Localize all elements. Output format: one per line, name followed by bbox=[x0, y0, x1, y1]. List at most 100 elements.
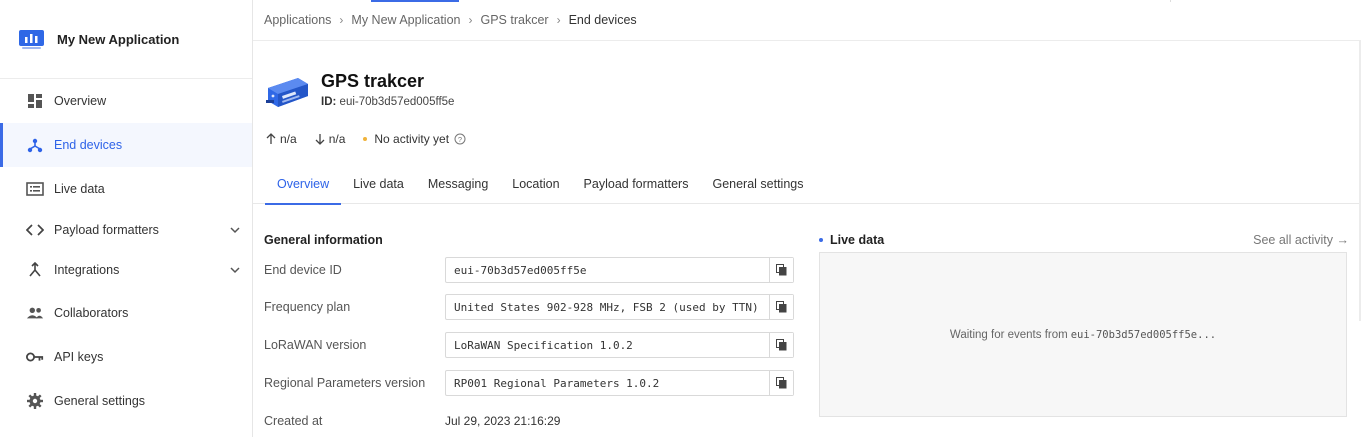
sidebar-item-live-data[interactable]: Live data bbox=[0, 167, 252, 211]
sidebar-item-label: End devices bbox=[54, 138, 123, 152]
field-value: LoRaWAN Specification 1.0.2 bbox=[454, 338, 633, 352]
sidebar-item-integrations[interactable]: Integrations bbox=[0, 249, 252, 291]
chevron-right-icon: › bbox=[468, 13, 473, 27]
integrations-icon bbox=[26, 261, 44, 279]
top-accent-bar bbox=[371, 0, 459, 2]
see-all-activity-link[interactable]: See all activity → bbox=[1253, 233, 1349, 247]
sidebar: My New Application Overview End devices … bbox=[0, 0, 253, 437]
device-icon bbox=[266, 78, 308, 107]
end-devices-icon bbox=[26, 136, 44, 154]
device-tabs: Overview Live data Messaging Location Pa… bbox=[253, 163, 1361, 205]
info-label: Regional Parameters version bbox=[264, 376, 426, 390]
uplink-stat: n/a bbox=[266, 132, 297, 146]
breadcrumb-current: End devices bbox=[568, 13, 637, 27]
created-at-value: Jul 29, 2023 21:16:29 bbox=[445, 414, 561, 428]
end-device-id-field[interactable]: eui-70b3d57ed005ff5e bbox=[445, 257, 794, 283]
status-dot bbox=[363, 137, 368, 141]
info-label: End device ID bbox=[264, 263, 342, 277]
app-title: My New Application bbox=[57, 31, 180, 47]
tab-overview[interactable]: Overview bbox=[265, 163, 342, 205]
device-stats: n/a n/a No activity yet ? bbox=[266, 132, 488, 146]
copy-icon bbox=[776, 301, 787, 313]
sidebar-item-label: Live data bbox=[54, 182, 105, 196]
activity-status: No activity yet ? bbox=[363, 132, 470, 146]
general-info-title: General information bbox=[264, 233, 383, 247]
downlink-stat: n/a bbox=[315, 132, 346, 146]
field-value: eui-70b3d57ed005ff5e bbox=[454, 263, 587, 277]
sidebar-item-label: API keys bbox=[54, 350, 104, 364]
sidebar-item-general-settings[interactable]: General settings bbox=[0, 379, 252, 423]
sidebar-item-label: Payload formatters bbox=[54, 223, 159, 237]
tab-messaging[interactable]: Messaging bbox=[416, 163, 500, 204]
device-title: GPS trakcer bbox=[321, 71, 425, 91]
sidebar-item-overview[interactable]: Overview bbox=[0, 79, 252, 123]
sidebar-item-label: Integrations bbox=[54, 263, 120, 277]
frequency-plan-field[interactable]: United States 902-928 MHz, FSB 2 (used b… bbox=[445, 294, 794, 320]
regional-parameters-field[interactable]: RP001 Regional Parameters 1.0.2 bbox=[445, 370, 794, 396]
copy-button[interactable] bbox=[769, 258, 793, 282]
info-row-created-at: Created at Jul 29, 2023 21:16:29 bbox=[264, 408, 794, 434]
arrow-up-icon bbox=[266, 133, 276, 144]
people-icon bbox=[26, 304, 44, 322]
info-label: Created at bbox=[264, 414, 323, 428]
uplink-value: n/a bbox=[280, 132, 297, 146]
gear-icon bbox=[26, 392, 44, 410]
help-icon[interactable]: ? bbox=[454, 133, 466, 145]
info-row-lorawan-version: LoRaWAN version LoRaWAN Specification 1.… bbox=[264, 332, 794, 358]
sidebar-item-api-keys[interactable]: API keys bbox=[0, 335, 252, 379]
copy-button[interactable] bbox=[769, 295, 793, 319]
live-indicator-dot bbox=[819, 238, 823, 242]
copy-button[interactable] bbox=[769, 333, 793, 357]
device-id-value: eui-70b3d57ed005ff5e bbox=[339, 96, 455, 108]
tab-payload-formatters[interactable]: Payload formatters bbox=[572, 163, 701, 204]
info-row-frequency-plan: Frequency plan United States 902-928 MHz… bbox=[264, 294, 794, 320]
code-icon bbox=[26, 221, 44, 239]
sidebar-item-collaborators[interactable]: Collaborators bbox=[0, 291, 252, 335]
sidebar-item-label: General settings bbox=[54, 394, 146, 408]
tab-live-data[interactable]: Live data bbox=[341, 163, 416, 204]
chevron-down-icon[interactable] bbox=[230, 225, 240, 235]
downlink-value: n/a bbox=[328, 132, 346, 146]
chevron-down-icon[interactable] bbox=[230, 265, 240, 275]
live-data-title: Live data bbox=[819, 233, 884, 247]
device-id: ID: eui-70b3d57ed005ff5e bbox=[321, 96, 454, 108]
copy-icon bbox=[776, 264, 787, 276]
info-row-regional-parameters: Regional Parameters version RP001 Region… bbox=[264, 370, 794, 396]
sidebar-item-label: Collaborators bbox=[54, 306, 129, 320]
copy-icon bbox=[776, 339, 787, 351]
chevron-right-icon: › bbox=[339, 13, 344, 27]
breadcrumb-applications[interactable]: Applications bbox=[264, 13, 331, 27]
sidebar-item-payload-formatters[interactable]: Payload formatters bbox=[0, 211, 252, 249]
grid-icon bbox=[26, 92, 44, 110]
lorawan-version-field[interactable]: LoRaWAN Specification 1.0.2 bbox=[445, 332, 794, 358]
main-content: Applications › My New Application › GPS … bbox=[253, 0, 1361, 437]
copy-icon bbox=[776, 377, 787, 389]
waiting-device-id: eui-70b3d57ed005ff5e... bbox=[1070, 328, 1217, 341]
chevron-right-icon: › bbox=[556, 13, 561, 27]
app-header[interactable]: My New Application bbox=[0, 0, 252, 79]
key-icon bbox=[26, 348, 44, 366]
live-data-panel: Waiting for events from eui-70b3d57ed005… bbox=[819, 252, 1347, 417]
sidebar-item-end-devices[interactable]: End devices bbox=[0, 123, 252, 167]
info-row-end-device-id: End device ID eui-70b3d57ed005ff5e bbox=[264, 257, 794, 283]
device-header: GPS trakcer ID: eui-70b3d57ed005ff5e bbox=[266, 70, 454, 112]
info-label: Frequency plan bbox=[264, 300, 351, 314]
tab-general-settings[interactable]: General settings bbox=[700, 163, 815, 204]
top-divider bbox=[1170, 0, 1171, 2]
app-logo-icon bbox=[19, 30, 44, 49]
arrow-down-icon bbox=[315, 134, 325, 145]
breadcrumb: Applications › My New Application › GPS … bbox=[253, 0, 1361, 41]
field-value: RP001 Regional Parameters 1.0.2 bbox=[454, 376, 660, 390]
field-value: United States 902-928 MHz, FSB 2 (used b… bbox=[454, 300, 759, 314]
breadcrumb-application[interactable]: My New Application bbox=[351, 13, 460, 27]
sidebar-item-label: Overview bbox=[54, 94, 107, 108]
list-icon bbox=[26, 180, 44, 198]
device-id-label: ID: bbox=[321, 96, 337, 108]
tab-location[interactable]: Location bbox=[500, 163, 571, 204]
svg-text:?: ? bbox=[458, 135, 462, 144]
copy-button[interactable] bbox=[769, 371, 793, 395]
breadcrumb-device[interactable]: GPS trakcer bbox=[480, 13, 548, 27]
info-label: LoRaWAN version bbox=[264, 338, 367, 352]
live-data-label: Live data bbox=[830, 233, 885, 247]
waiting-text: Waiting for events from bbox=[949, 328, 1068, 341]
